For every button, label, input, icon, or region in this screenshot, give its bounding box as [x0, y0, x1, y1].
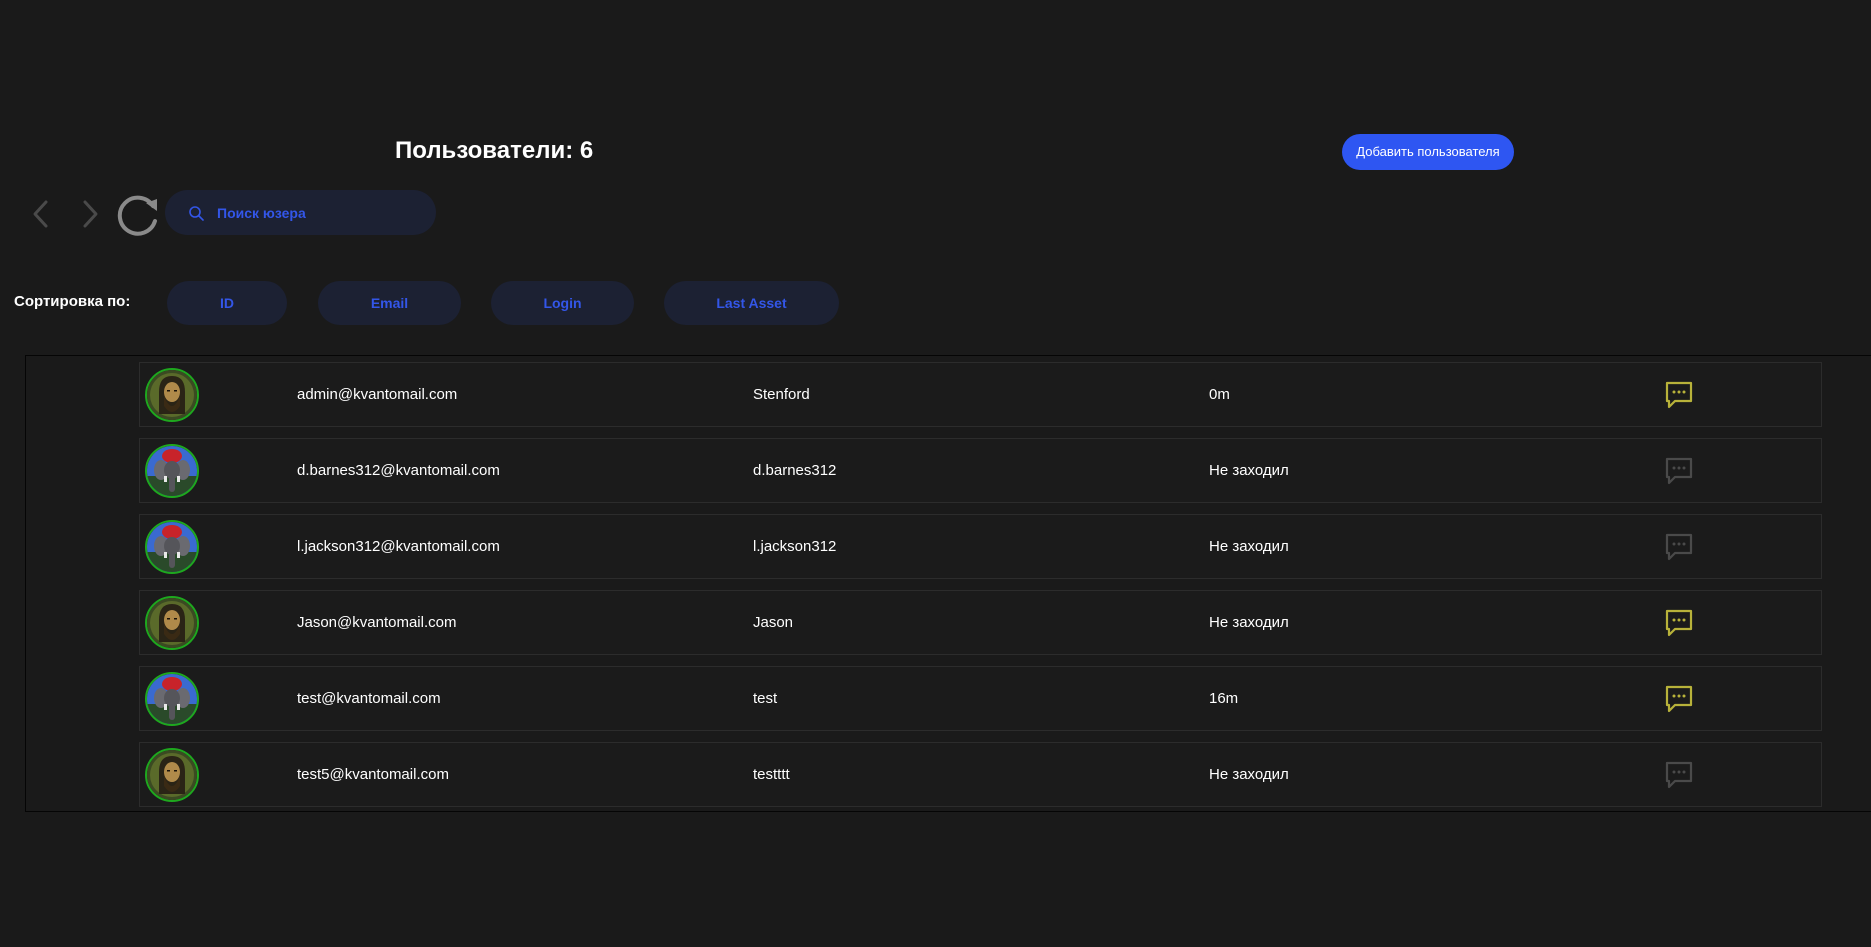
- forward-button[interactable]: [72, 196, 108, 232]
- chat-button[interactable]: [1664, 608, 1694, 638]
- user-last-seen: Не заходил: [1209, 766, 1289, 783]
- page-title: Пользователи: 6: [395, 137, 594, 164]
- sort-by-email-button[interactable]: Email: [318, 281, 461, 325]
- chat-icon: [1665, 761, 1693, 789]
- avatar: [145, 520, 199, 574]
- user-last-seen: Не заходил: [1209, 614, 1289, 631]
- avatar: [145, 444, 199, 498]
- search-input[interactable]: [215, 203, 419, 222]
- chat-button[interactable]: [1664, 380, 1694, 410]
- elephant-portrait-image: [147, 522, 197, 572]
- refresh-button[interactable]: [117, 193, 161, 237]
- user-email: test5@kvantomail.com: [297, 766, 449, 783]
- avatar: [145, 368, 199, 422]
- user-login: d.barnes312: [753, 462, 837, 479]
- chat-icon: [1665, 457, 1693, 485]
- icon-portrait-image: [147, 370, 197, 420]
- chevron-right-icon: [83, 200, 98, 228]
- chat-button[interactable]: [1664, 684, 1694, 714]
- chat-button[interactable]: [1664, 532, 1694, 562]
- search-icon: [187, 204, 205, 222]
- chat-icon: [1665, 685, 1693, 713]
- user-email: test@kvantomail.com: [297, 690, 441, 707]
- table-row[interactable]: admin@kvantomail.com Stenford 0m: [139, 362, 1822, 427]
- sort-label: Сортировка по:: [14, 293, 131, 310]
- users-table: admin@kvantomail.com Stenford 0m d.barne…: [25, 355, 1871, 812]
- sort-by-id-button[interactable]: ID: [167, 281, 287, 325]
- avatar: [145, 748, 199, 802]
- user-email: d.barnes312@kvantomail.com: [297, 462, 500, 479]
- elephant-portrait-image: [147, 446, 197, 496]
- user-login: Jason: [753, 614, 794, 631]
- table-row[interactable]: Jason@kvantomail.com Jason Не заходил: [139, 590, 1822, 655]
- user-last-seen: Не заходил: [1209, 538, 1289, 555]
- add-user-button[interactable]: Добавить пользователя: [1342, 134, 1514, 170]
- sort-by-login-button[interactable]: Login: [491, 281, 634, 325]
- user-login: Stenford: [753, 386, 810, 403]
- chevron-left-icon: [33, 200, 48, 228]
- back-button[interactable]: [23, 196, 59, 232]
- user-last-seen: 0m: [1209, 386, 1230, 403]
- chat-icon: [1665, 533, 1693, 561]
- user-login: test: [753, 690, 778, 707]
- chat-button[interactable]: [1664, 456, 1694, 486]
- table-row[interactable]: l.jackson312@kvantomail.com l.jackson312…: [139, 514, 1822, 579]
- user-last-seen: 16m: [1209, 690, 1239, 707]
- user-email: admin@kvantomail.com: [297, 386, 458, 403]
- user-email: Jason@kvantomail.com: [297, 614, 457, 631]
- chat-icon: [1665, 609, 1693, 637]
- table-row[interactable]: d.barnes312@kvantomail.com d.barnes312 Н…: [139, 438, 1822, 503]
- icon-portrait-image: [147, 598, 197, 648]
- elephant-portrait-image: [147, 674, 197, 724]
- table-row[interactable]: test5@kvantomail.com testttt Не заходил: [139, 742, 1822, 807]
- sort-by-last-asset-button[interactable]: Last Asset: [664, 281, 839, 325]
- user-email: l.jackson312@kvantomail.com: [297, 538, 500, 555]
- search-box: [165, 190, 436, 235]
- table-row[interactable]: test@kvantomail.com test 16m: [139, 666, 1822, 731]
- chat-icon: [1665, 381, 1693, 409]
- refresh-icon: [117, 195, 157, 236]
- avatar: [145, 596, 199, 650]
- avatar: [145, 672, 199, 726]
- user-last-seen: Не заходил: [1209, 462, 1289, 479]
- icon-portrait-image: [147, 750, 197, 800]
- chat-button[interactable]: [1664, 760, 1694, 790]
- user-login: l.jackson312: [753, 538, 837, 555]
- user-login: testttt: [753, 766, 790, 783]
- users-page: Пользователи: 6 Добавить пользователя Со…: [0, 0, 1871, 947]
